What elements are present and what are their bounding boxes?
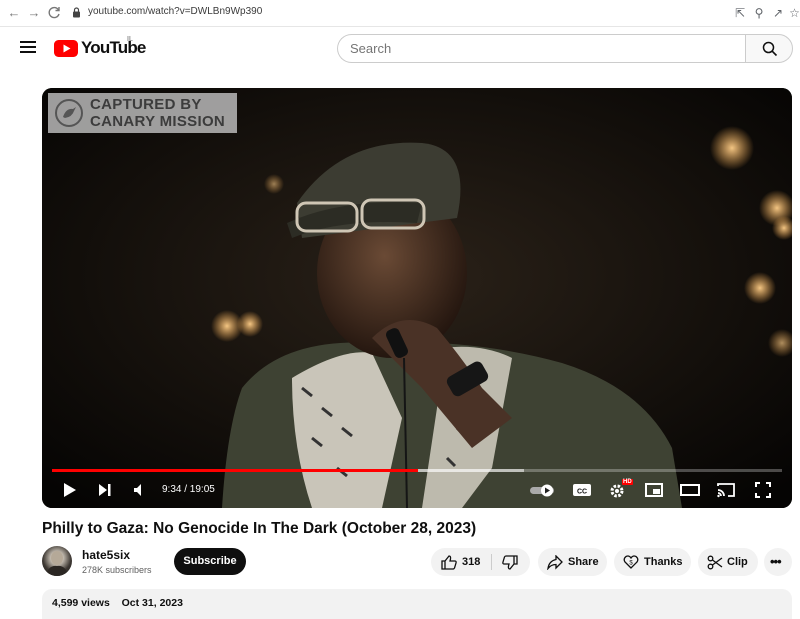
- bookmark-star-icon[interactable]: ☆: [789, 6, 800, 20]
- thanks-button[interactable]: $ Thanks: [614, 548, 691, 576]
- video-frame: [42, 88, 792, 508]
- lock-icon: [73, 7, 80, 18]
- like-dislike-group: 318: [431, 548, 530, 576]
- install-app-icon[interactable]: ⇱: [733, 6, 747, 20]
- more-horizontal-icon: •••: [770, 554, 782, 569]
- back-arrow-icon[interactable]: ←: [6, 5, 22, 21]
- hd-badge: HD: [622, 479, 633, 485]
- share-button[interactable]: Share: [538, 548, 607, 576]
- search-button[interactable]: [745, 34, 793, 63]
- share-page-icon[interactable]: ↗: [771, 6, 785, 20]
- captions-icon[interactable]: CC: [572, 481, 592, 499]
- time-display: 9:34 / 19:05: [162, 484, 215, 495]
- pill-divider: [491, 554, 492, 570]
- logo-text: YouTube: [81, 38, 146, 57]
- canary-mission-watermark: CAPTURED BY CANARY MISSION: [48, 93, 237, 133]
- clip-label: Clip: [727, 556, 748, 568]
- browser-toolbar: ← → youtube.com/watch?v=DWLBn9Wp390 ⇱ ⚲ …: [0, 0, 800, 27]
- share-label: Share: [568, 556, 599, 568]
- thanks-label: Thanks: [644, 556, 683, 568]
- watermark-line-2: CANARY MISSION: [90, 113, 226, 130]
- address-bar[interactable]: youtube.com/watch?v=DWLBn9Wp390: [88, 6, 262, 17]
- thumbs-up-icon[interactable]: [441, 555, 457, 570]
- zoom-icon[interactable]: ⚲: [752, 6, 766, 20]
- view-count: 4,599 views: [52, 597, 110, 609]
- miniplayer-icon[interactable]: [644, 481, 664, 499]
- youtube-masthead: YouTube IL: [0, 27, 800, 71]
- clip-button[interactable]: Clip: [698, 548, 758, 576]
- more-actions-button[interactable]: •••: [764, 548, 792, 576]
- country-code: IL: [127, 36, 133, 43]
- canary-bird-logo-icon: [55, 99, 83, 127]
- play-icon[interactable]: [62, 481, 78, 499]
- progress-played: [52, 469, 418, 472]
- search-input[interactable]: [350, 41, 730, 56]
- fullscreen-icon[interactable]: [754, 481, 772, 499]
- next-icon[interactable]: [97, 481, 113, 499]
- watermark-line-1: CAPTURED BY: [90, 96, 202, 113]
- watermark-text: CAPTURED BY CANARY MISSION: [90, 96, 225, 130]
- svg-text:CC: CC: [577, 489, 587, 496]
- forward-arrow-icon[interactable]: →: [26, 5, 42, 21]
- video-player[interactable]: CAPTURED BY CANARY MISSION 9:34 / 19:05 …: [42, 88, 792, 508]
- search-icon: [762, 41, 778, 57]
- subscribe-button[interactable]: Subscribe: [174, 548, 246, 575]
- upload-date: Oct 31, 2023: [121, 597, 183, 609]
- menu-icon[interactable]: [20, 41, 36, 53]
- thanks-heart-icon: $: [623, 555, 639, 569]
- like-count[interactable]: 318: [462, 556, 480, 568]
- scissors-icon: [707, 555, 723, 570]
- subscriber-count: 278K subscribers: [82, 565, 152, 575]
- channel-avatar[interactable]: [42, 546, 72, 576]
- video-title: Philly to Gaza: No Genocide In The Dark …: [42, 520, 477, 537]
- autoplay-toggle[interactable]: [529, 481, 557, 499]
- theater-mode-icon[interactable]: [680, 481, 700, 499]
- cast-icon[interactable]: [716, 481, 736, 499]
- search-box: [337, 34, 745, 63]
- volume-icon[interactable]: [132, 481, 148, 499]
- youtube-play-logo-icon: [54, 39, 78, 57]
- video-meta: 4,599 views Oct 31, 2023: [52, 597, 183, 609]
- share-arrow-icon: [547, 555, 563, 570]
- reload-icon[interactable]: [46, 5, 62, 21]
- channel-name[interactable]: hate5six: [82, 548, 130, 562]
- thumbs-down-icon[interactable]: [502, 555, 518, 570]
